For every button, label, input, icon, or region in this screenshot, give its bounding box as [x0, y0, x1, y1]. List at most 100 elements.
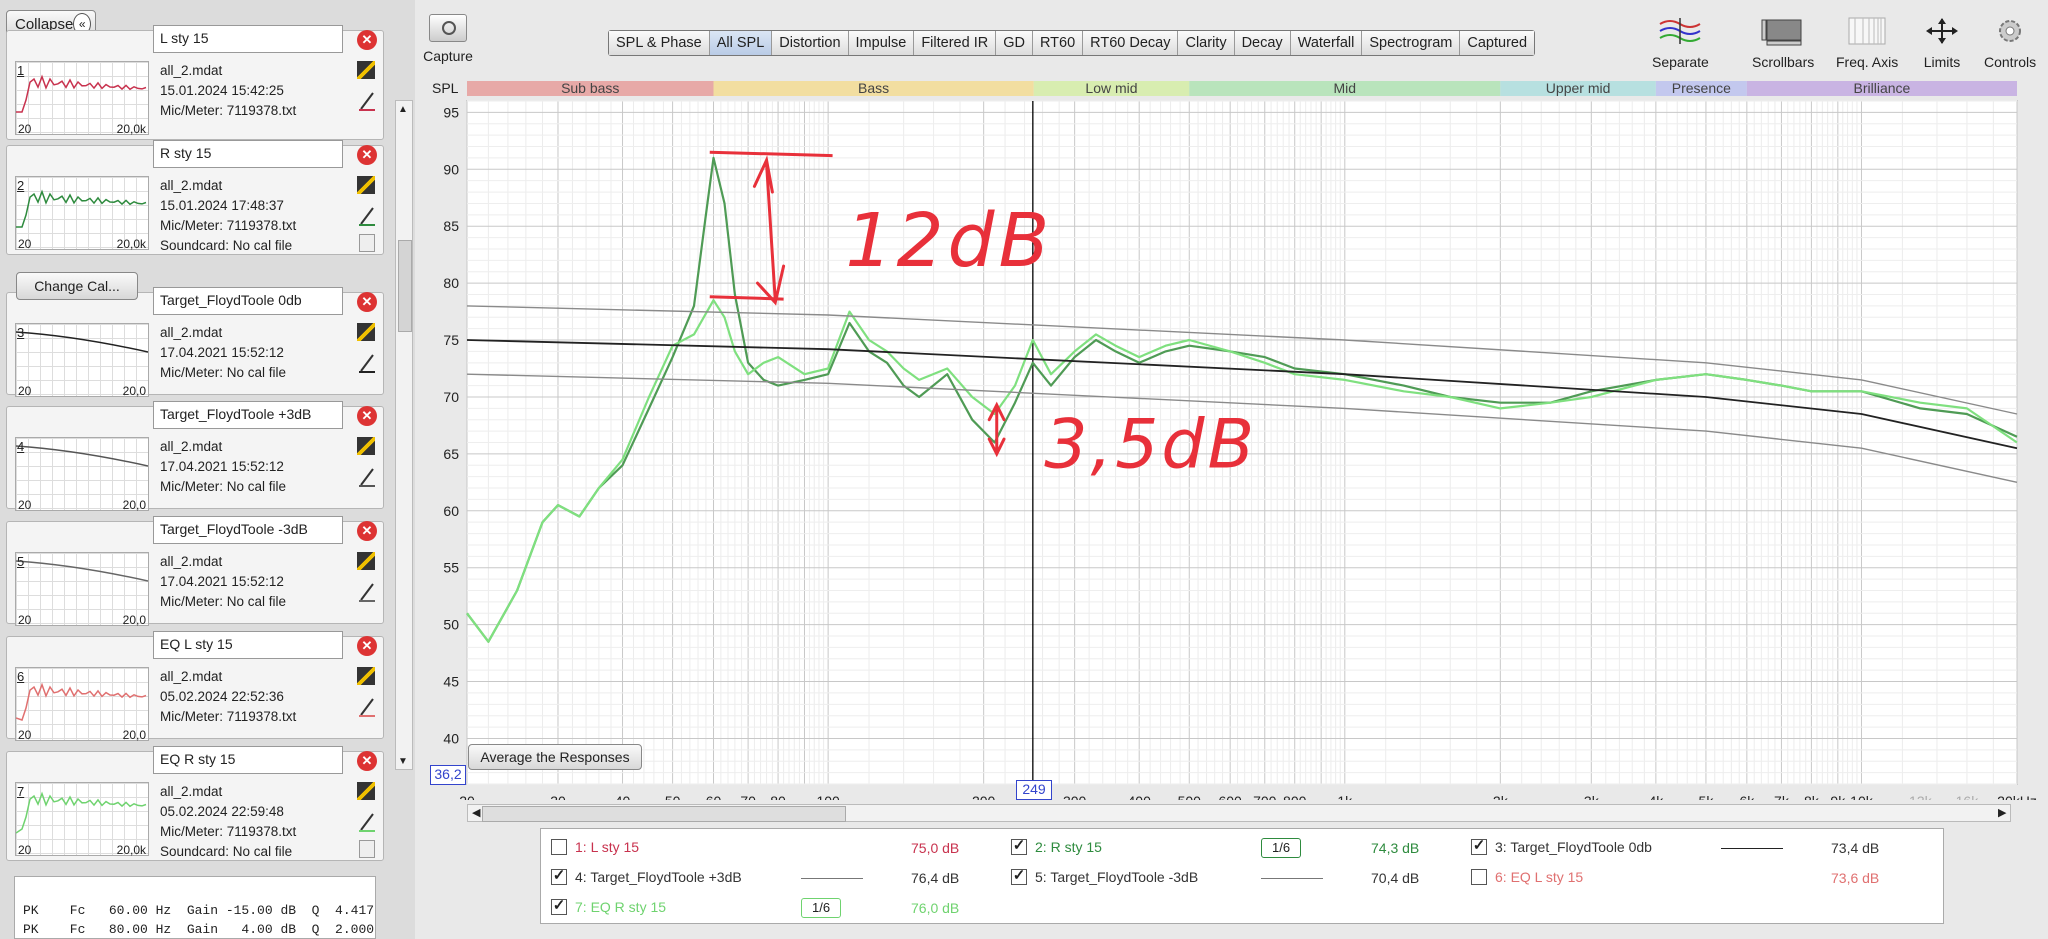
legend-checkbox[interactable]: [1471, 869, 1487, 885]
scroll-right-arrow-icon[interactable]: ▶: [1998, 806, 2006, 819]
legend-checkbox[interactable]: [551, 869, 567, 885]
legend-checkbox[interactable]: [1471, 839, 1487, 855]
scroll-down-arrow-icon[interactable]: ▼: [398, 756, 408, 767]
legend-item[interactable]: 2: R sty 15: [1011, 839, 1102, 855]
mdat-file-icon[interactable]: [357, 667, 375, 685]
legend-checkbox[interactable]: [1011, 839, 1027, 855]
pen-color-icon[interactable]: [359, 580, 375, 602]
legend-item[interactable]: 5: Target_FloydToole -3dB: [1011, 869, 1198, 885]
measurement-thumbnail[interactable]: 20 20,0: [15, 437, 149, 512]
measurement-thumbnail[interactable]: 20 20,0: [15, 552, 149, 627]
freq-axis-button[interactable]: Freq. Axis: [1836, 14, 1898, 70]
measurement-card[interactable]: R sty 15 ✕ 20 20,0k 2 all_2.mdat 15.01.2024 17…: [6, 140, 384, 255]
legend-item[interactable]: 4: Target_FloydToole +3dB: [551, 869, 742, 885]
tab-rt60[interactable]: RT60: [1032, 31, 1084, 55]
average-responses-button[interactable]: Average the Responses: [468, 744, 642, 770]
measurement-thumbnail[interactable]: 20 20,0k: [15, 61, 149, 136]
legend-checkbox[interactable]: [551, 899, 567, 915]
capture-button[interactable]: Capture: [420, 14, 476, 64]
measurement-name-input[interactable]: Target_FloydToole 0db: [153, 287, 343, 315]
measurement-name-input[interactable]: R sty 15: [153, 140, 343, 168]
delete-icon[interactable]: ✕: [357, 636, 377, 656]
tab-captured[interactable]: Captured: [1460, 31, 1535, 55]
limits-button[interactable]: Limits: [1920, 14, 1964, 70]
delete-icon[interactable]: ✕: [357, 292, 377, 312]
tab-filtered-ir[interactable]: Filtered IR: [914, 31, 997, 55]
measurement-card[interactable]: L sty 15 ✕ 20 20,0k 1 all_2.mdat 15.01.2024 15…: [6, 25, 384, 140]
measurement-card[interactable]: Target_FloydToole -3dB ✕ 20 20,0 5 all_2.mdat…: [6, 516, 384, 627]
document-icon[interactable]: [359, 234, 375, 252]
measurement-mic: Mic/Meter: No cal file: [160, 479, 287, 494]
eq-filter-2: PK Fc 80.00 Hz Gain 4.00 dB Q 2.000: [23, 922, 375, 937]
scroll-left-arrow-icon[interactable]: ◀: [472, 806, 480, 819]
delete-icon[interactable]: ✕: [357, 30, 377, 50]
measurement-card[interactable]: EQ L sty 15 ✕ 20 20,0 6 all_2.mdat 05.02.2024 …: [6, 631, 384, 742]
measurement-thumbnail[interactable]: 20 20,0k: [15, 176, 149, 251]
tab-all-spl[interactable]: All SPL: [709, 31, 773, 55]
x-tick-label: 3k: [1584, 793, 1600, 800]
pen-color-icon[interactable]: [359, 351, 375, 373]
mdat-file-icon[interactable]: [357, 61, 375, 79]
mdat-file-icon[interactable]: [357, 552, 375, 570]
measurement-file: all_2.mdat: [160, 554, 223, 569]
legend-item[interactable]: 3: Target_FloydToole 0db: [1471, 839, 1652, 855]
band-label: Low mid: [1085, 80, 1137, 96]
document-icon[interactable]: [359, 840, 375, 858]
spl-chart[interactable]: Sub bass Bass Low mid Mid Upper mid Presence B…: [430, 75, 2040, 800]
frequency-scrollbar-thumb[interactable]: [482, 806, 846, 822]
smoothing-selector[interactable]: 1/6: [801, 898, 842, 918]
measurement-thumbnail[interactable]: 20 20,0: [15, 667, 149, 742]
pen-color-icon[interactable]: [359, 810, 375, 832]
smoothing-selector[interactable]: 1/6: [1261, 838, 1302, 858]
scrollbars-button[interactable]: Scrollbars: [1752, 14, 1814, 70]
separate-button[interactable]: Separate: [1652, 14, 1709, 70]
legend-item[interactable]: 1: L sty 15: [551, 839, 639, 855]
delete-icon[interactable]: ✕: [357, 521, 377, 541]
tab-rt60-decay[interactable]: RT60 Decay: [1083, 31, 1179, 55]
delete-icon[interactable]: ✕: [357, 145, 377, 165]
legend-checkbox[interactable]: [551, 839, 567, 855]
change-cal-button[interactable]: Change Cal...: [16, 272, 138, 300]
controls-button[interactable]: Controls: [1984, 14, 2036, 70]
mdat-file-icon[interactable]: [357, 176, 375, 194]
pen-color-icon[interactable]: [359, 465, 375, 487]
mdat-file-icon[interactable]: [357, 437, 375, 455]
tab-decay[interactable]: Decay: [1234, 31, 1291, 55]
delete-icon[interactable]: ✕: [357, 406, 377, 426]
measurement-name-input[interactable]: EQ L sty 15: [153, 631, 343, 659]
tab-waterfall[interactable]: Waterfall: [1290, 31, 1363, 55]
measurement-name-input[interactable]: L sty 15: [153, 25, 343, 53]
legend-label: 3: Target_FloydToole 0db: [1495, 839, 1652, 855]
tab-impulse[interactable]: Impulse: [848, 31, 915, 55]
measurement-card[interactable]: EQ R sty 15 ✕ 20 20,0k 7 all_2.mdat 05.02.2024…: [6, 746, 384, 861]
measurement-card[interactable]: Target_FloydToole 0db ✕ 20 20,0 3 all_2.mdat 1…: [6, 287, 384, 398]
pen-color-icon[interactable]: [359, 695, 375, 717]
legend-checkbox[interactable]: [1011, 869, 1027, 885]
mdat-file-icon[interactable]: [357, 323, 375, 341]
measurement-name-input[interactable]: Target_FloydToole -3dB: [153, 516, 343, 544]
tab-spectrogram[interactable]: Spectrogram: [1362, 31, 1461, 55]
scroll-up-arrow-icon[interactable]: ▲: [398, 104, 408, 115]
thumb-x-max: 20,0k: [116, 843, 146, 857]
legend-item[interactable]: 6: EQ L sty 15: [1471, 869, 1583, 885]
pen-color-icon[interactable]: [359, 204, 375, 226]
measurement-index: 4: [17, 439, 25, 454]
tab-clarity[interactable]: Clarity: [1178, 31, 1235, 55]
delete-icon[interactable]: ✕: [357, 751, 377, 771]
legend-item[interactable]: 7: EQ R sty 15: [551, 899, 666, 915]
scrollbar-thumb[interactable]: [398, 240, 412, 332]
pen-color-icon[interactable]: [359, 89, 375, 111]
x-tick-label: 8k: [1804, 793, 1820, 800]
tab-gd[interactable]: GD: [996, 31, 1033, 55]
mdat-file-icon[interactable]: [357, 782, 375, 800]
measurement-thumbnail[interactable]: 20 20,0k: [15, 782, 149, 857]
tab-distortion[interactable]: Distortion: [772, 31, 849, 55]
thumb-x-max: 20,0: [122, 498, 146, 512]
measurement-card[interactable]: Target_FloydToole +3dB ✕ 20 20,0 4 all_2.mdat…: [6, 401, 384, 512]
tab-spl-phase[interactable]: SPL & Phase: [609, 31, 710, 55]
x-tick-label: 50: [665, 793, 681, 800]
measurement-name-input[interactable]: EQ R sty 15: [153, 746, 343, 774]
measurements-scrollbar[interactable]: [395, 100, 413, 770]
measurement-thumbnail[interactable]: 20 20,0: [15, 323, 149, 398]
measurement-name-input[interactable]: Target_FloydToole +3dB: [153, 401, 343, 429]
